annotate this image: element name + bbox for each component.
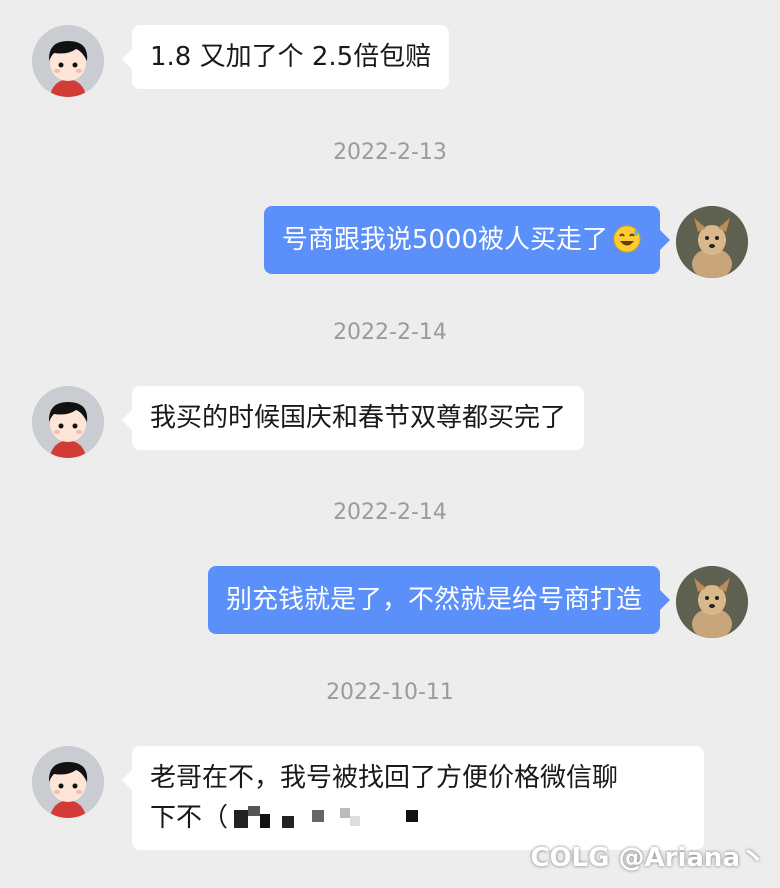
timestamp: 2022-2-14 xyxy=(333,500,447,525)
message-bubble[interactable]: 1.8 又加了个 2.5倍包赔 xyxy=(121,25,450,89)
message-bubble[interactable]: 我买的时候国庆和春节双尊都买完了 xyxy=(121,386,585,450)
colg-logo: COLG xyxy=(530,843,610,873)
my-avatar[interactable] xyxy=(676,566,748,638)
message-bubble[interactable]: 号商跟我说5000被人买走了 xyxy=(263,206,671,274)
contact-avatar[interactable] xyxy=(32,25,104,97)
my-avatar[interactable] xyxy=(676,206,748,278)
message-text: 1.8 又加了个 2.5倍包赔 xyxy=(150,42,432,72)
watermark: COLG @Ariana丶 xyxy=(530,837,766,874)
message-bubble[interactable]: 老哥在不，我号被找回了方便价格微信聊 下不（ xyxy=(122,746,704,850)
dog-photo-avatar-icon xyxy=(676,206,748,278)
cartoon-boy-avatar-icon xyxy=(32,25,104,97)
timestamp: 2022-2-13 xyxy=(333,140,447,165)
message-text-line: 老哥在不，我号被找回了方便价格微信聊 xyxy=(150,763,619,793)
cartoon-boy-avatar-icon xyxy=(32,386,104,458)
timestamp: 2022-2-14 xyxy=(333,320,447,345)
timestamp: 2022-10-11 xyxy=(326,680,454,705)
contact-avatar[interactable] xyxy=(32,386,104,458)
message-text: 我买的时候国庆和春节双尊都买完了 xyxy=(150,403,567,433)
message-text: 别充钱就是了，不然就是给号商打造 xyxy=(225,585,642,615)
cartoon-boy-avatar-icon xyxy=(32,746,104,818)
message-text: 号商跟我说5000被人买走了 xyxy=(281,225,608,255)
message-bubble[interactable]: 别充钱就是了，不然就是给号商打造 xyxy=(207,566,671,634)
dog-photo-avatar-icon xyxy=(676,566,748,638)
contact-avatar[interactable] xyxy=(32,746,104,818)
watermark-handle: @Ariana丶 xyxy=(618,843,766,873)
message-text-line: 下不（ xyxy=(150,798,686,838)
redacted-mosaic-icon xyxy=(234,806,419,828)
message-text: 下不（ xyxy=(150,803,229,833)
sweat-smile-emoji-icon xyxy=(613,225,641,253)
